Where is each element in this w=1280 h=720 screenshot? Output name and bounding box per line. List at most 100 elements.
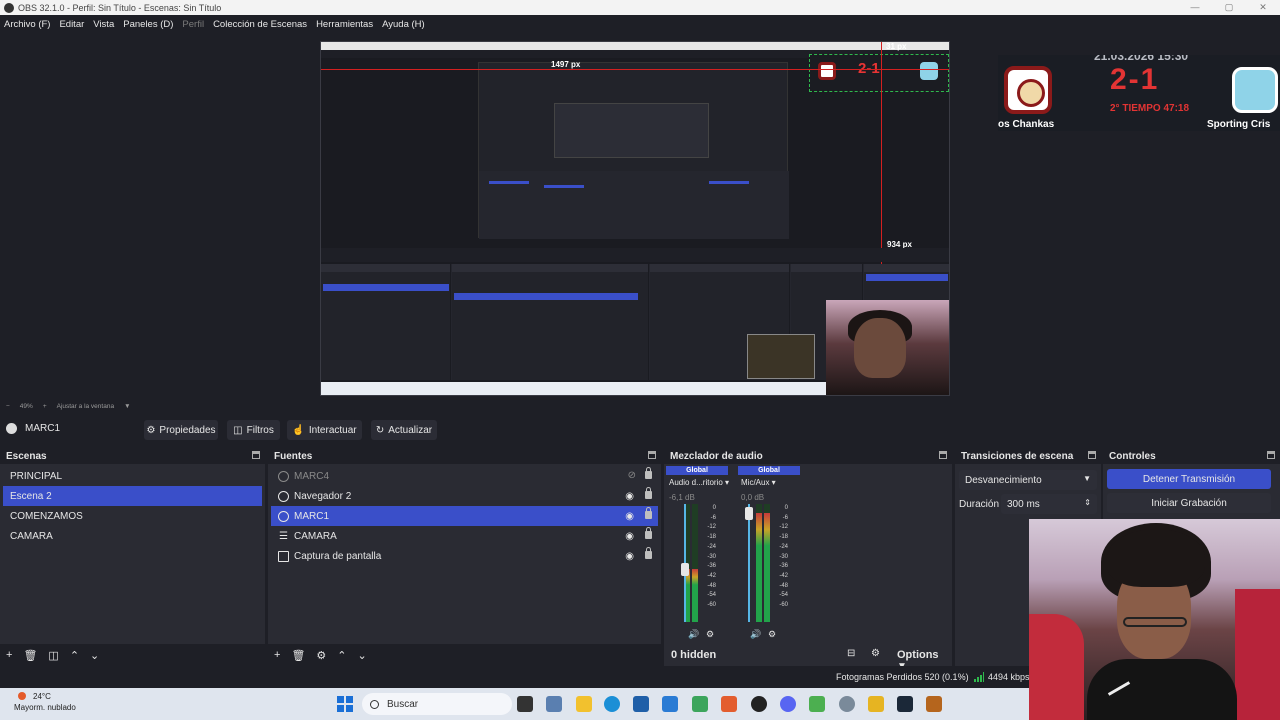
- undock-icon[interactable]: [1088, 451, 1096, 459]
- lock-icon[interactable]: [645, 547, 652, 559]
- lock-icon[interactable]: [645, 507, 652, 519]
- obs-taskbar-icon[interactable]: [751, 696, 767, 712]
- steam-icon[interactable]: [897, 696, 913, 712]
- filters-button[interactable]: ◫ Filtros: [227, 420, 280, 440]
- source-item-selected[interactable]: MARC1 ◉: [271, 506, 658, 526]
- scene-item-selected[interactable]: Escena 2: [3, 486, 262, 506]
- advanced-audio-icon[interactable]: ⚙: [871, 648, 880, 659]
- remove-source-button[interactable]: 🗑: [291, 649, 305, 662]
- volume-fader[interactable]: [681, 504, 689, 622]
- close-button[interactable]: ✕: [1246, 0, 1280, 15]
- lock-icon[interactable]: [645, 467, 652, 479]
- move-up-button[interactable]: ⌃: [337, 649, 346, 662]
- maximize-button[interactable]: ▢: [1212, 0, 1246, 15]
- home-crest-icon: [1004, 66, 1052, 114]
- channel-group-badge: Global: [738, 466, 800, 475]
- monitor-icon[interactable]: ⚙: [706, 629, 714, 640]
- menu-perfil[interactable]: Perfil: [182, 19, 204, 30]
- edge-icon[interactable]: [604, 696, 620, 712]
- remove-scene-button[interactable]: 🗑: [23, 649, 37, 662]
- scene-filters-button[interactable]: ◫: [48, 649, 58, 662]
- app-icon[interactable]: [868, 696, 884, 712]
- move-down-button[interactable]: ⌄: [90, 649, 99, 662]
- lock-icon[interactable]: [645, 487, 652, 499]
- volume-fader[interactable]: [745, 504, 753, 622]
- source-item[interactable]: Captura de pantalla ◉: [271, 546, 658, 566]
- menu-ayuda[interactable]: Ayuda (H): [382, 19, 425, 30]
- eye-icon[interactable]: ◉: [625, 491, 634, 502]
- brave-icon[interactable]: [721, 696, 737, 712]
- menu-coleccion-escenas[interactable]: Colección de Escenas: [213, 19, 307, 30]
- channel-device-select[interactable]: Mic/Aux ▾: [738, 478, 800, 487]
- stop-stream-button[interactable]: Detener Transmisión: [1107, 469, 1271, 489]
- volume-meter: [692, 504, 698, 622]
- away-crest-icon: [1232, 67, 1278, 113]
- scene-item[interactable]: COMENZAMOS: [3, 506, 262, 526]
- fit-window-button[interactable]: Ajustar a la ventana: [57, 403, 114, 410]
- nested-selected-scene: [323, 284, 449, 291]
- lock-icon[interactable]: [645, 527, 652, 539]
- channel-device-select[interactable]: Audio d...ritorio ▾: [666, 478, 729, 487]
- source-item[interactable]: MARC4 ⊘: [271, 466, 658, 486]
- app-icon[interactable]: [926, 696, 942, 712]
- menu-paneles[interactable]: Paneles (D): [123, 19, 173, 30]
- bitrate: 4494 kbps: [988, 672, 1030, 682]
- taskbar-search[interactable]: Buscar: [362, 693, 512, 715]
- minimize-button[interactable]: —: [1178, 0, 1212, 15]
- task-view-icon[interactable]: [517, 696, 533, 712]
- transitions-dock-header: Transiciones de escena: [955, 448, 1101, 464]
- interact-button[interactable]: ☝ Interactuar: [287, 420, 362, 440]
- move-up-button[interactable]: ⌃: [70, 649, 79, 662]
- store-icon[interactable]: [633, 696, 649, 712]
- move-down-button[interactable]: ⌄: [358, 649, 367, 662]
- menu-herramientas[interactable]: Herramientas: [316, 19, 373, 30]
- source-item[interactable]: Navegador 2 ◉: [271, 486, 658, 506]
- speaker-icon[interactable]: 🔊: [688, 629, 699, 640]
- file-explorer-icon[interactable]: [576, 696, 592, 712]
- monitor-icon[interactable]: ⚙: [768, 629, 776, 640]
- copilot-icon[interactable]: [546, 696, 562, 712]
- current-source: MARC1: [6, 423, 60, 434]
- menu-vista[interactable]: Vista: [93, 19, 114, 30]
- eye-icon[interactable]: ◉: [625, 511, 634, 522]
- windows-start-icon[interactable]: [337, 696, 353, 712]
- discord-icon[interactable]: [780, 696, 796, 712]
- hidden-eye-icon[interactable]: ⊘: [628, 470, 636, 481]
- chevron-down-icon[interactable]: ▼: [124, 403, 130, 410]
- eye-icon[interactable]: ◉: [625, 531, 634, 542]
- app-icon[interactable]: [809, 696, 825, 712]
- transition-type-select[interactable]: Desvanecimiento ▼: [959, 470, 1097, 490]
- undock-icon[interactable]: [939, 451, 947, 459]
- add-scene-button[interactable]: +: [6, 649, 12, 661]
- nested-sources-dock: [452, 264, 649, 380]
- channel-group-badge: Global: [666, 466, 728, 475]
- properties-button[interactable]: ⚙ Propiedades: [144, 420, 218, 440]
- undock-icon[interactable]: [252, 451, 260, 459]
- weather-widget[interactable]: 24°C Mayorm. nublado: [14, 692, 76, 712]
- mixer-layout-icon[interactable]: ⊟: [847, 648, 855, 659]
- outlook-icon[interactable]: [662, 696, 678, 712]
- refresh-button[interactable]: ↻ Actualizar: [371, 420, 437, 440]
- duration-spinbox[interactable]: 300 ms ⇕: [1001, 494, 1097, 514]
- settings-icon[interactable]: [839, 696, 855, 712]
- sources-footer: + 🗑 ⚙ ⌃ ⌄: [268, 644, 661, 666]
- scene-item[interactable]: PRINCIPAL: [3, 466, 262, 486]
- scene-item[interactable]: CAMARA: [3, 526, 262, 546]
- eye-icon[interactable]: ◉: [625, 551, 634, 562]
- speaker-icon[interactable]: 🔊: [750, 629, 761, 640]
- start-recording-button[interactable]: Iniciar Grabación: [1107, 493, 1271, 513]
- zoom-in-button[interactable]: +: [43, 403, 47, 410]
- nested-obs-capture: 2-1 31 px 1497 px 934 px: [320, 41, 950, 396]
- preview-canvas[interactable]: 2-1 31 px 1497 px 934 px 21.03.2026 15:3…: [0, 33, 1280, 399]
- undock-icon[interactable]: [1267, 451, 1275, 459]
- app-icon[interactable]: [692, 696, 708, 712]
- zoom-out-button[interactable]: −: [6, 403, 10, 410]
- obs-logo-icon: [4, 2, 14, 13]
- source-item[interactable]: ☰ CAMARA ◉: [271, 526, 658, 546]
- add-source-button[interactable]: +: [274, 649, 280, 661]
- undock-icon[interactable]: [648, 451, 656, 459]
- source-settings-button[interactable]: ⚙: [316, 649, 326, 662]
- measure-label: 31 px: [886, 42, 907, 51]
- menu-archivo[interactable]: Archivo (F): [4, 19, 50, 30]
- menu-editar[interactable]: Editar: [59, 19, 84, 30]
